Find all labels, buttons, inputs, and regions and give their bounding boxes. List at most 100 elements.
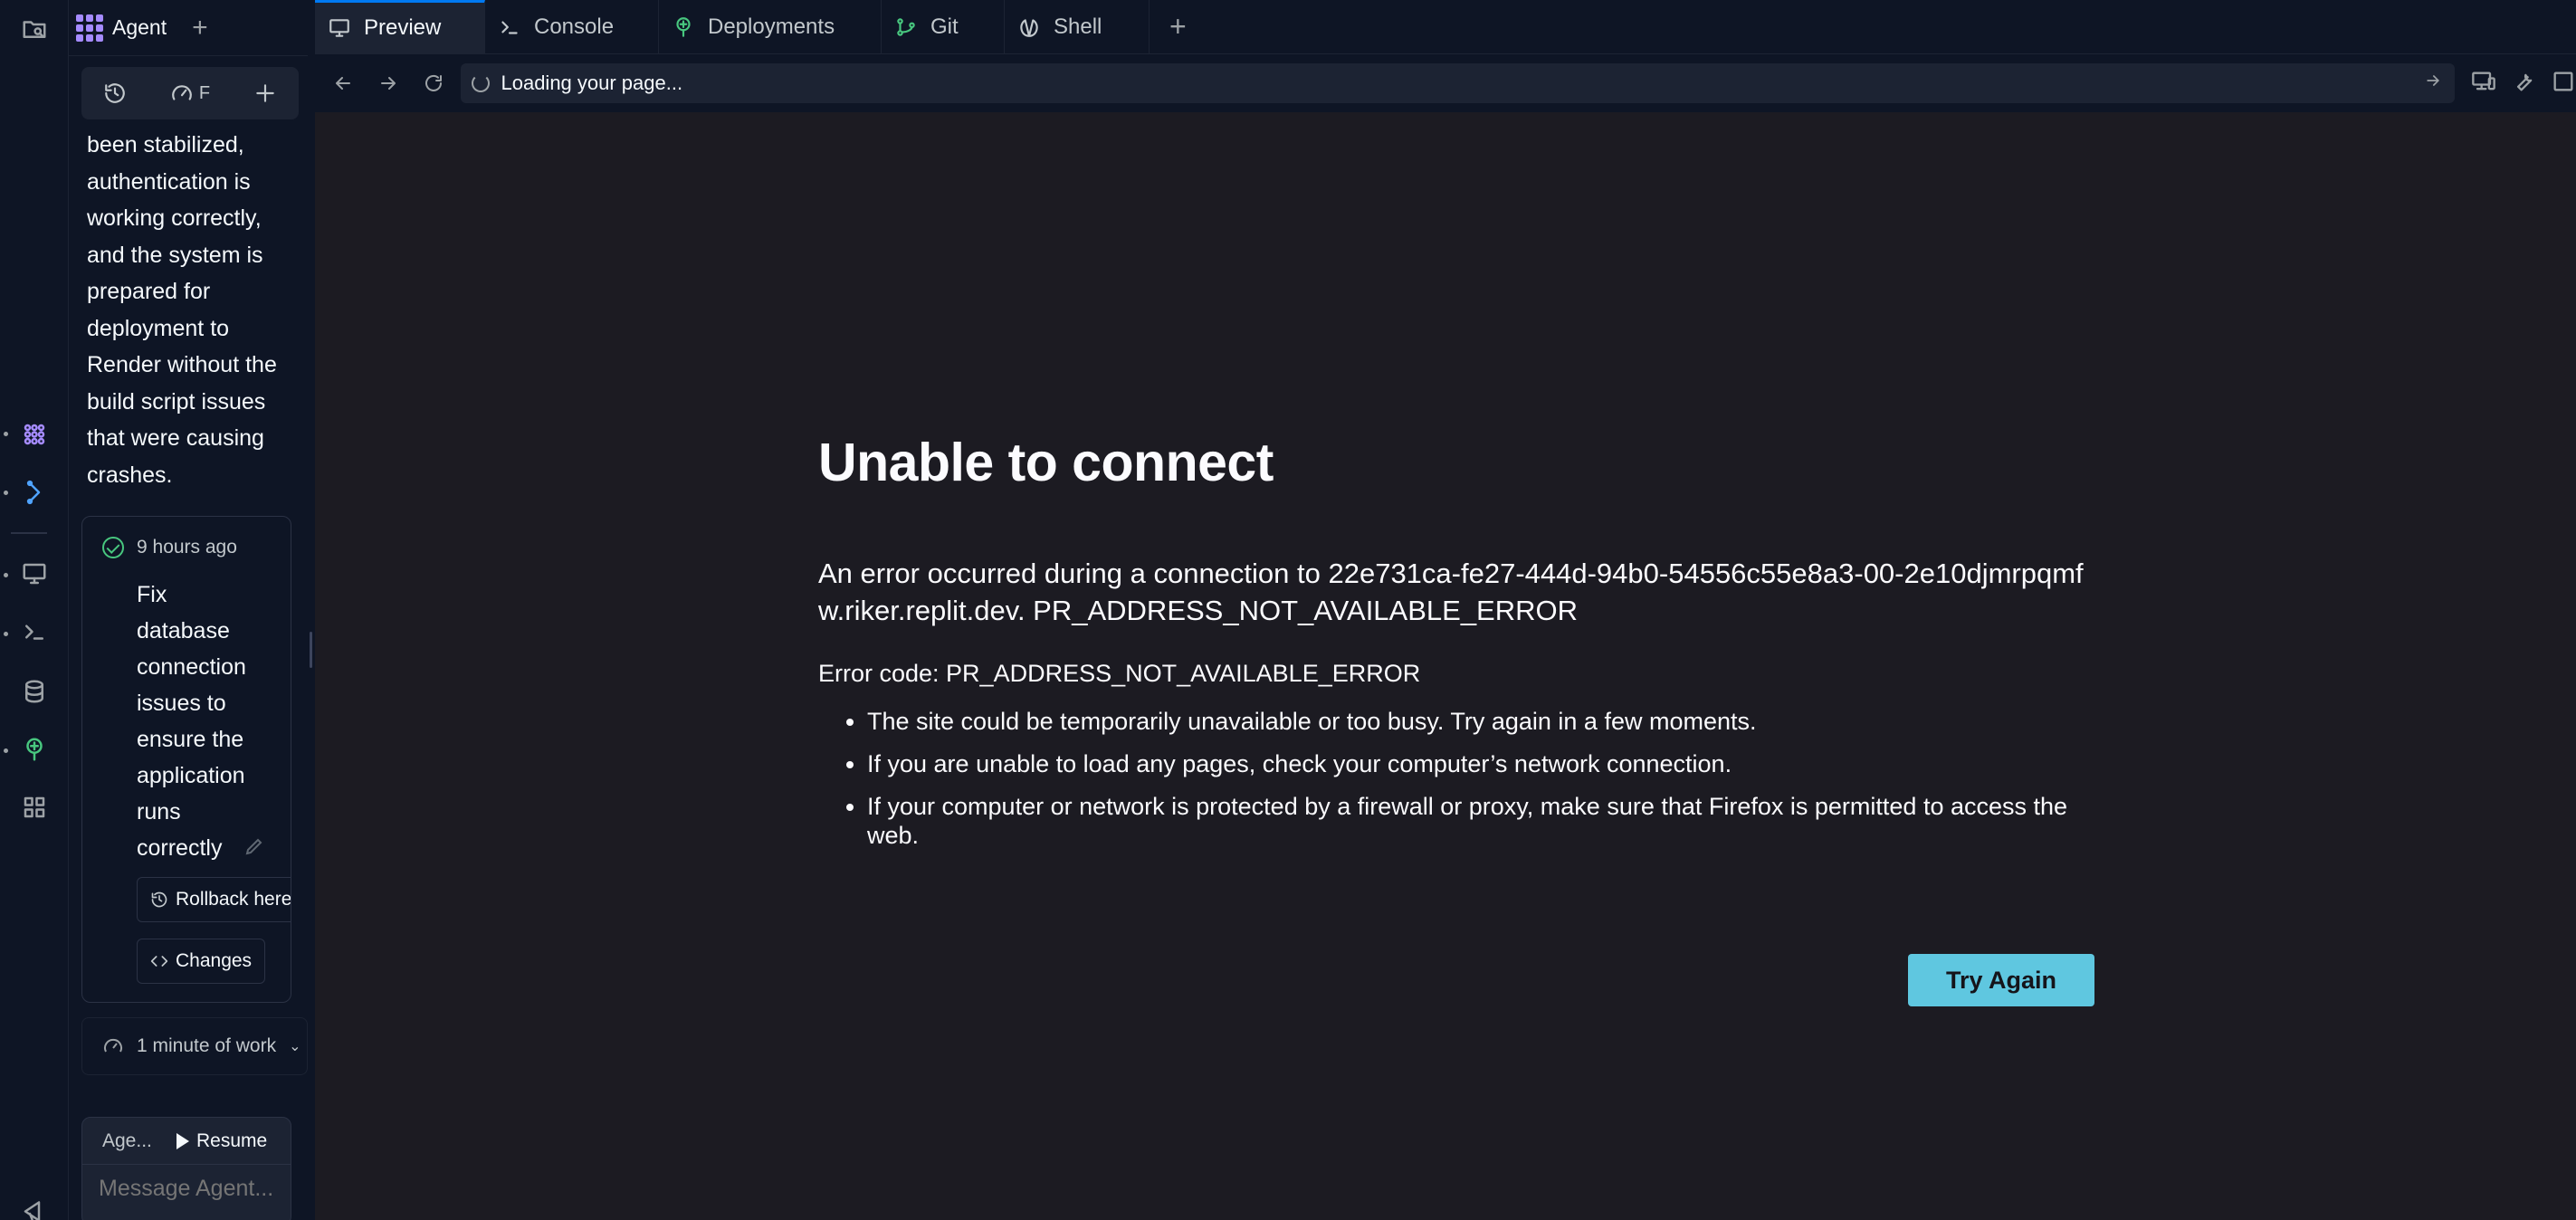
edit-pencil-icon[interactable] [243, 835, 267, 859]
plus-icon [256, 84, 274, 102]
new-window-icon [2553, 71, 2573, 91]
list-item: The site could be temporarily unavailabl… [867, 707, 2094, 736]
rail-indicator [4, 491, 8, 495]
rail-indicator [4, 432, 8, 436]
deploy-icon [26, 738, 43, 761]
tab-label: Preview [364, 15, 442, 40]
work-summary-label: 1 minute of work [137, 1035, 277, 1056]
resume-label: Resume [196, 1129, 268, 1151]
tab-label: Console [534, 14, 615, 39]
agent-tabbar: Agent + [69, 0, 308, 56]
message-composer: Age... Resume [81, 1117, 291, 1220]
preview-actions [2471, 69, 2576, 99]
message-input[interactable] [82, 1165, 291, 1213]
url-field[interactable]: Loading your page... [461, 63, 2455, 103]
deploy-icon [676, 16, 691, 37]
error-code: Error code: PR_ADDRESS_NOT_AVAILABLE_ERR… [818, 660, 1421, 687]
monitor-icon [23, 563, 46, 585]
git-icon [897, 17, 915, 36]
agent-panel: Agent + F been stabilized, authenticatio… [69, 0, 308, 1220]
tab-label: Deployments [708, 14, 835, 39]
error-suggestions: The site could be temporarily unavailabl… [818, 707, 2094, 850]
rollback-button[interactable]: Rollback here [137, 877, 291, 922]
rollback-icon [151, 891, 167, 908]
go-arrow-icon[interactable] [2424, 71, 2442, 95]
tab-preview[interactable]: Preview [315, 0, 485, 53]
database-icon [25, 680, 43, 703]
changes-button[interactable]: Changes [137, 939, 266, 984]
resume-button[interactable]: Resume [177, 1130, 267, 1152]
rollback-label: Rollback here [176, 889, 291, 910]
preview-urlbar: Loading your page... [315, 54, 2576, 112]
arrow-left-icon [335, 77, 350, 90]
preview-viewport: Unable to connect An error occurred duri… [315, 112, 2576, 1220]
new-chat-button[interactable] [253, 81, 277, 105]
monitor-icon [329, 19, 349, 37]
terminal-icon [501, 21, 518, 34]
open-new-window-button[interactable] [2551, 69, 2576, 99]
terminal-icon [25, 624, 43, 640]
tab-shell[interactable]: Shell [1005, 0, 1150, 53]
devtools-button[interactable] [2511, 69, 2536, 99]
error-title: Unable to connect [818, 433, 1274, 492]
folder-search-icon [23, 21, 46, 38]
rail-indicator [4, 573, 8, 577]
grid-icon [24, 796, 45, 818]
console-rail-button[interactable] [9, 606, 60, 657]
forward-button[interactable] [366, 61, 411, 106]
agent-logo-icon [76, 14, 103, 42]
agent-message-text: been stabilized, authentication is worki… [87, 132, 277, 488]
try-again-button[interactable]: Try Again [1908, 954, 2094, 1006]
all-tools-rail-button[interactable] [9, 782, 60, 833]
agent-toolbar: F [81, 67, 299, 119]
gauge-icon [104, 1038, 122, 1053]
changes-label: Changes [176, 950, 253, 971]
usage-button[interactable]: F [170, 81, 210, 105]
agent-icon [24, 424, 45, 445]
agent-tab-label: Agent [112, 15, 167, 39]
gauge-icon [172, 85, 192, 100]
wrench-icon [2517, 73, 2533, 91]
database-rail-button[interactable] [9, 666, 60, 717]
tab-git[interactable]: Git [882, 0, 1005, 53]
assistant-rail-button[interactable] [9, 467, 60, 518]
tab-label: Shell [1054, 14, 1102, 39]
tab-deployments[interactable]: Deployments [659, 0, 882, 53]
back-button[interactable] [320, 61, 366, 106]
agent-rail-button[interactable] [9, 409, 60, 460]
tab-label: Git [930, 14, 959, 39]
agent-tab[interactable]: Agent [76, 14, 167, 42]
history-icon [105, 83, 125, 103]
add-tab-plus-icon[interactable]: + [1150, 0, 1207, 53]
reload-button[interactable] [411, 61, 456, 106]
history-button[interactable] [103, 81, 127, 105]
usage-label: F [198, 82, 211, 103]
work-summary[interactable]: 1 minute of work ⌄ [81, 1017, 308, 1075]
devices-icon [2472, 71, 2495, 90]
loading-spinner-icon [472, 74, 491, 92]
refresh-icon [425, 74, 442, 91]
deployments-rail-button[interactable] [9, 724, 60, 775]
shell-icon [1020, 18, 1038, 37]
checkpoint-time: 9 hours ago [137, 537, 237, 558]
composer-controls: Age... Resume [82, 1118, 291, 1165]
announcements-rail-button[interactable] [9, 1184, 60, 1220]
preview-rail-button[interactable] [9, 548, 60, 599]
devices-button[interactable] [2471, 69, 2496, 99]
new-tab-plus-icon[interactable]: + [192, 13, 208, 43]
chevron-down-icon: ⌄ [289, 1039, 301, 1054]
checkpoint-card: 9 hours ago Fix database connection issu… [81, 516, 291, 1003]
rail-indicator [4, 748, 8, 753]
rail-indicator [4, 632, 8, 636]
agent-mode-select[interactable]: Age... [82, 1130, 177, 1152]
url-status-text: Loading your page... [501, 71, 683, 94]
megaphone-icon [24, 1201, 41, 1220]
panel-resize-handle[interactable] [308, 0, 315, 1220]
tab-console[interactable]: Console [485, 0, 659, 53]
list-item: If you are unable to load any pages, che… [867, 749, 2094, 778]
rail-divider [11, 532, 47, 534]
checkpoint-description: Fix database connection issues to ensure… [137, 582, 246, 861]
file-tree-button[interactable] [9, 4, 60, 54]
error-description: An error occurred during a connection to… [818, 558, 2084, 626]
checkpoint-header: 9 hours ago [102, 537, 237, 558]
